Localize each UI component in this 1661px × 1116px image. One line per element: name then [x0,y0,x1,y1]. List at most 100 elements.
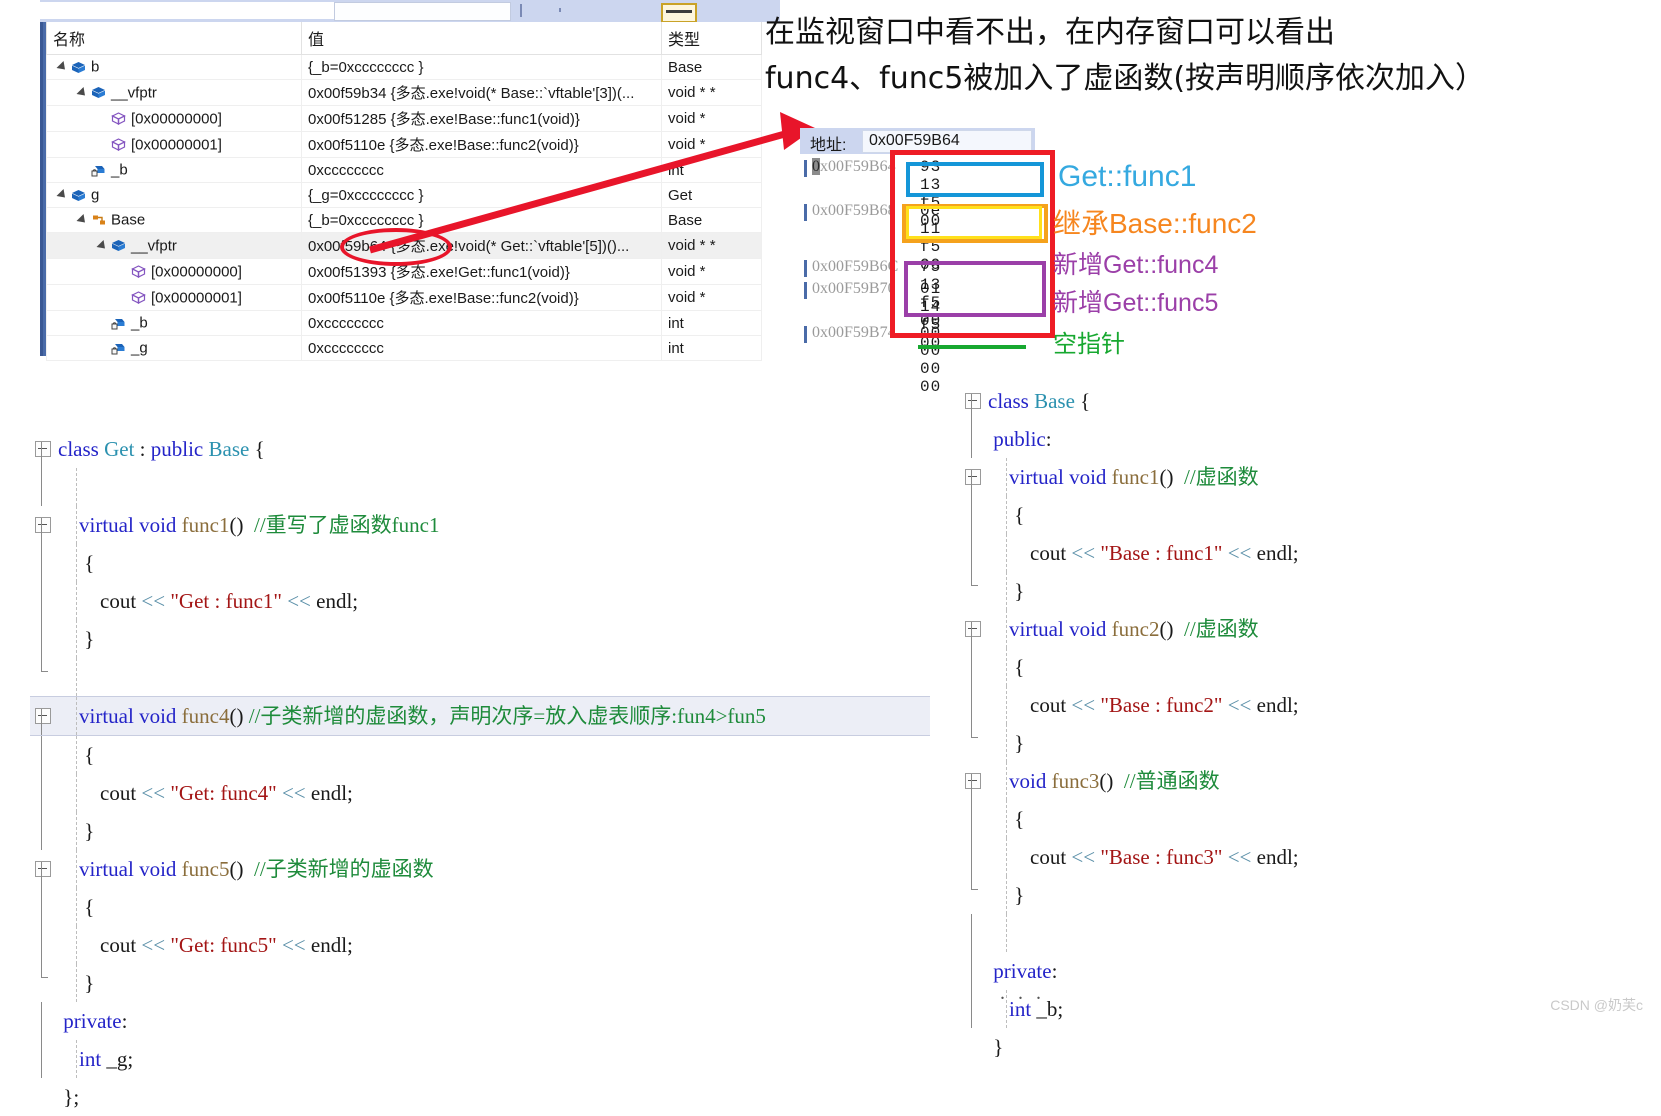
watch-row[interactable]: g {_g=0xcccccccc } Get [46,182,762,208]
code-line[interactable]: cout << "Base : func2" << endl; [960,686,1520,724]
collapse-minus-icon[interactable] [965,393,981,409]
code-line[interactable]: } [960,876,1520,914]
watch-row[interactable]: __vfptr 0x00f59b64 {多态.exe!void(* Get::`v… [46,232,762,259]
watch-cell-value[interactable]: {_g=0xcccccccc } [301,182,662,208]
watch-cell-value[interactable]: 0xcccccccc [301,157,662,183]
toolbar-search-box[interactable] [334,2,511,21]
watch-row[interactable]: [0x00000000] 0x00f51285 {多态.exe!Base::fun… [46,105,762,132]
expand-collapse-triangle-icon[interactable] [56,61,69,74]
code-line[interactable]: }; [30,1078,930,1116]
code-line[interactable]: { [960,800,1520,838]
code-line[interactable] [960,914,1520,952]
code-gutter[interactable] [30,468,64,506]
code-line[interactable]: virtual void func5() //子类新增的虚函数 [30,850,930,888]
code-gutter[interactable] [960,914,994,952]
code-line[interactable]: public: [960,420,1520,458]
watch-row[interactable]: Base {_b=0xcccccccc } Base [46,207,762,233]
watch-cell-value[interactable]: 0x00f5110e {多态.exe!Base::func2(void)} [301,131,662,158]
watch-cell-value[interactable]: 0x00f51393 {多态.exe!Get::func1(void)} [301,258,662,285]
watch-cell-name[interactable]: Base [46,207,302,233]
column-header-type[interactable]: 类型 [661,22,762,55]
watch-cell-type: void * [661,258,762,285]
code-line[interactable]: virtual void func1() //重写了虚函数func1 [30,506,930,544]
code-line[interactable]: cout << "Get: func5" << endl; [30,926,930,964]
code-line[interactable]: } [960,1028,1520,1066]
watch-row[interactable]: b {_b=0xcccccccc } Base [46,54,762,80]
collapse-minus-icon[interactable] [35,517,51,533]
watch-cell-name[interactable]: b [46,54,302,80]
watch-cell-name[interactable]: __vfptr [46,232,302,259]
watch-cell-name[interactable]: [0x00000001] [46,284,302,311]
code-line[interactable]: class Get : public Base { [30,430,930,468]
collapse-minus-icon[interactable] [965,469,981,485]
watch-row[interactable]: _g 0xcccccccc int [46,335,762,361]
code-line[interactable]: { [30,544,930,582]
code-line[interactable]: cout << "Get : func1" << endl; [30,582,930,620]
watch-cell-value[interactable]: 0xcccccccc [301,310,662,336]
collapse-minus-icon[interactable] [965,621,981,637]
code-line[interactable]: private: [30,1002,930,1040]
expand-collapse-triangle-icon[interactable] [96,239,109,252]
collapse-minus-icon[interactable] [965,773,981,789]
column-header-name[interactable]: 名称 [46,22,302,55]
watch-cell-name[interactable]: _b [46,310,302,336]
watch-row[interactable]: [0x00000001] 0x00f5110e {多态.exe!Base::fun… [46,131,762,158]
toolbar-active-button[interactable] [661,3,697,23]
gutter-guide-line [971,420,972,458]
watch-row[interactable]: __vfptr 0x00f59b34 {多态.exe!void(* Base::`… [46,79,762,106]
code-line[interactable]: } [960,572,1520,610]
code-line[interactable] [30,658,930,696]
watch-row[interactable]: [0x00000001] 0x00f5110e {多态.exe!Base::fun… [46,284,762,311]
watch-toolbar[interactable] [40,0,780,23]
code-line[interactable]: int _g; [30,1040,930,1078]
watch-row[interactable]: [0x00000000] 0x00f51393 {多态.exe!Get::func… [46,258,762,285]
expand-collapse-triangle-icon[interactable] [56,189,69,202]
code-line[interactable]: virtual void func4() //子类新增的虚函数，声明次序=放入虚… [30,696,930,736]
code-line[interactable]: { [30,888,930,926]
code-line[interactable]: cout << "Base : func1" << endl; [960,534,1520,572]
code-panel-class-get[interactable]: class Get : public Base { virtual void f… [30,430,930,1116]
watch-cell-name[interactable]: g [46,182,302,208]
watch-row[interactable]: _b 0xcccccccc int [46,157,762,183]
watch-cell-value[interactable]: {_b=0xcccccccc } [301,54,662,80]
memory-address-input[interactable]: 0x00F59B64 [862,130,1032,153]
watch-variable-name: _g [131,339,148,357]
watch-cell-value[interactable]: 0xcccccccc [301,335,662,361]
column-header-value[interactable]: 值 [301,22,662,55]
code-token: "Base : func1" [1100,541,1223,565]
code-line[interactable]: class Base { [960,382,1520,420]
watch-cell-name[interactable]: [0x00000000] [46,105,302,132]
watch-cell-name[interactable]: __vfptr [46,79,302,106]
code-line[interactable]: { [960,648,1520,686]
watch-row[interactable]: _b 0xcccccccc int [46,310,762,336]
collapse-minus-icon[interactable] [35,708,51,724]
collapse-minus-icon[interactable] [35,861,51,877]
code-line[interactable]: } [30,620,930,658]
watch-cell-name[interactable]: [0x00000000] [46,258,302,285]
code-line[interactable]: } [960,724,1520,762]
watch-cell-name[interactable]: [0x00000001] [46,131,302,158]
watch-cell-value[interactable]: 0x00f59b34 {多态.exe!void(* Base::`vftable… [301,79,662,106]
watch-cell-name[interactable]: _b [46,157,302,183]
watch-cell-value[interactable]: 0x00f51285 {多态.exe!Base::func1(void)} [301,105,662,132]
watch-cell-value[interactable]: {_b=0xcccccccc } [301,207,662,233]
code-line[interactable]: virtual void func1() //虚函数 [960,458,1520,496]
code-line[interactable]: } [30,964,930,1002]
code-line[interactable]: { [30,736,930,774]
watch-cell-value[interactable]: 0x00f59b64 {多态.exe!void(* Get::`vftable'… [301,232,662,259]
watch-cell-value[interactable]: 0x00f5110e {多态.exe!Base::func2(void)} [301,284,662,311]
code-line[interactable]: virtual void func2() //虚函数 [960,610,1520,648]
watch-cell-name[interactable]: _g [46,335,302,361]
indent-guide [76,468,77,506]
code-line[interactable]: { [960,496,1520,534]
code-line[interactable]: cout << "Base : func3" << endl; [960,838,1520,876]
code-gutter[interactable] [30,658,64,696]
expand-collapse-triangle-icon[interactable] [76,214,89,227]
code-line[interactable]: } [30,812,930,850]
code-panel-class-base[interactable]: class Base { public: virtual void func1(… [960,382,1520,1066]
code-line[interactable]: void func3() //普通函数 [960,762,1520,800]
collapse-minus-icon[interactable] [35,441,51,457]
code-line[interactable]: cout << "Get: func4" << endl; [30,774,930,812]
expand-collapse-triangle-icon[interactable] [76,86,89,99]
code-line[interactable] [30,468,930,506]
